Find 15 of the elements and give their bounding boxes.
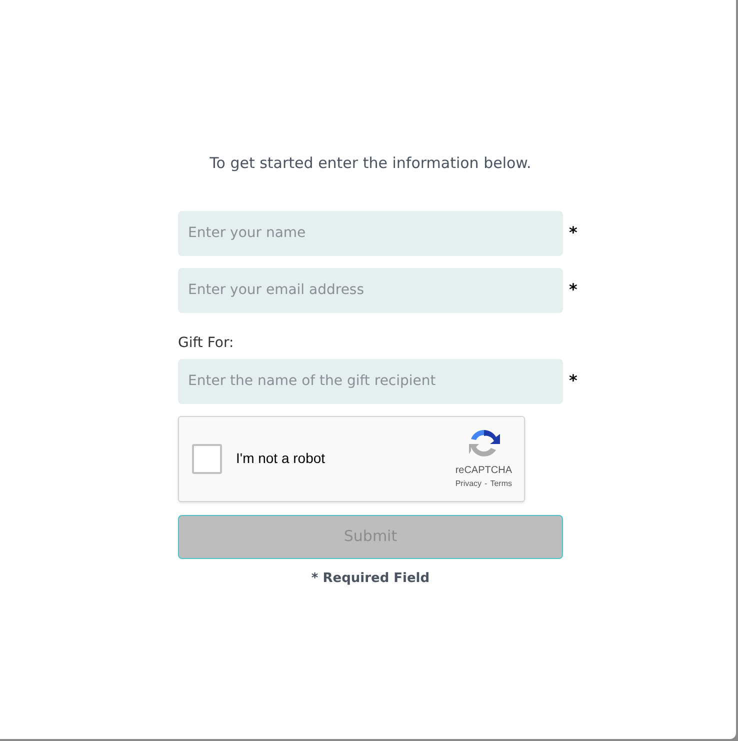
text-input-field[interactable]: Enter your email address xyxy=(178,268,563,312)
captcha-checkbox[interactable] xyxy=(192,444,222,474)
captcha-label: I'm not a robot xyxy=(236,449,326,468)
required-mark: * xyxy=(569,370,578,392)
intro-text: To get started enter the information below. xyxy=(208,153,532,174)
captcha-brand: reCAPTCHA xyxy=(455,464,512,478)
terms-link[interactable]: Terms xyxy=(490,478,512,490)
privacy-link[interactable]: Privacy xyxy=(455,478,482,490)
link-separator: - xyxy=(484,478,488,490)
text-input-field[interactable]: Enter your name xyxy=(178,210,563,256)
required-note: * Required Field xyxy=(310,570,431,588)
required-mark: * xyxy=(569,279,578,301)
required-mark: * xyxy=(569,222,578,244)
field-label: Gift For: xyxy=(178,334,235,352)
text-input-field[interactable]: Enter the name of the gift recipient xyxy=(178,358,563,404)
